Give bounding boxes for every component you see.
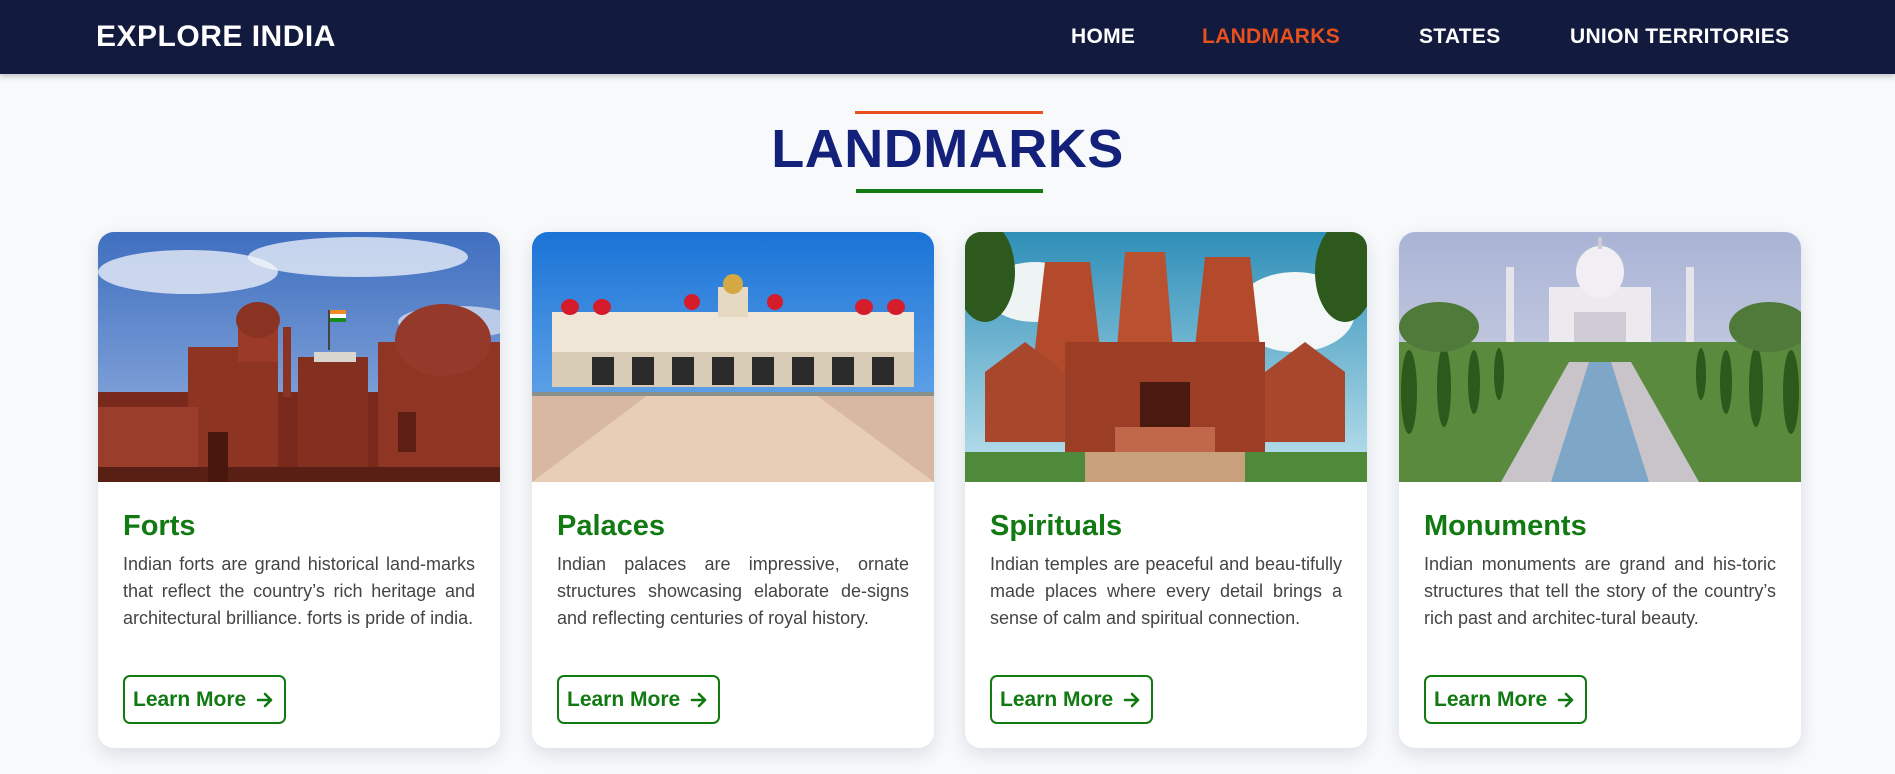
arrow-right-icon (690, 692, 707, 707)
card-description: Indian forts are grand historical land-m… (123, 554, 475, 628)
learn-more-label: Learn More (1434, 688, 1548, 711)
nav-link-home[interactable]: HOME (1071, 0, 1135, 74)
arrow-right-icon (1557, 692, 1574, 707)
learn-more-label: Learn More (133, 688, 247, 711)
card-monuments: Monuments Indian monuments are grand and… (1399, 232, 1801, 748)
nav-link-states[interactable]: STATES (1419, 0, 1501, 74)
taj-mahal-photo (1399, 232, 1801, 482)
card-title: Monuments (1424, 510, 1587, 542)
card-palaces: Palaces Indian palaces are impressive, o… (532, 232, 934, 748)
arrow-right-icon (256, 692, 273, 707)
learn-more-button[interactable]: Learn More (557, 675, 721, 724)
learn-more-button[interactable]: Learn More (123, 675, 287, 724)
title-accent-top (855, 111, 1043, 114)
card-description: Indian palaces are impressive, ornate st… (557, 554, 909, 628)
card-description: Indian temples are peaceful and beau-tif… (990, 554, 1342, 628)
page-title: LANDMARKS (771, 119, 1124, 179)
arrow-right-icon (1123, 692, 1140, 707)
temple-photo (965, 232, 1367, 482)
top-navbar: EXPLORE INDIA HOME LANDMARKS STATES UNIO… (0, 0, 1895, 74)
card-title: Spirituals (990, 510, 1123, 542)
nav-link-landmarks[interactable]: LANDMARKS (1202, 0, 1340, 74)
title-accent-bottom (856, 189, 1043, 193)
nav-link-union-territories[interactable]: UNION TERRITORIES (1570, 0, 1789, 74)
learn-more-label: Learn More (1000, 688, 1114, 711)
card-title: Palaces (557, 510, 666, 542)
red-fort-photo (98, 232, 500, 482)
learn-more-button[interactable]: Learn More (1424, 675, 1588, 724)
card-title: Forts (123, 510, 196, 542)
brand-logo[interactable]: EXPLORE INDIA (96, 0, 336, 74)
card-forts: Forts Indian forts are grand historical … (98, 232, 500, 748)
mysore-palace-photo (532, 232, 934, 482)
learn-more-label: Learn More (567, 688, 681, 711)
learn-more-button[interactable]: Learn More (990, 675, 1154, 724)
card-description: Indian monuments are grand and his-toric… (1424, 554, 1776, 628)
card-spirituals: Spirituals Indian temples are peaceful a… (965, 232, 1367, 748)
